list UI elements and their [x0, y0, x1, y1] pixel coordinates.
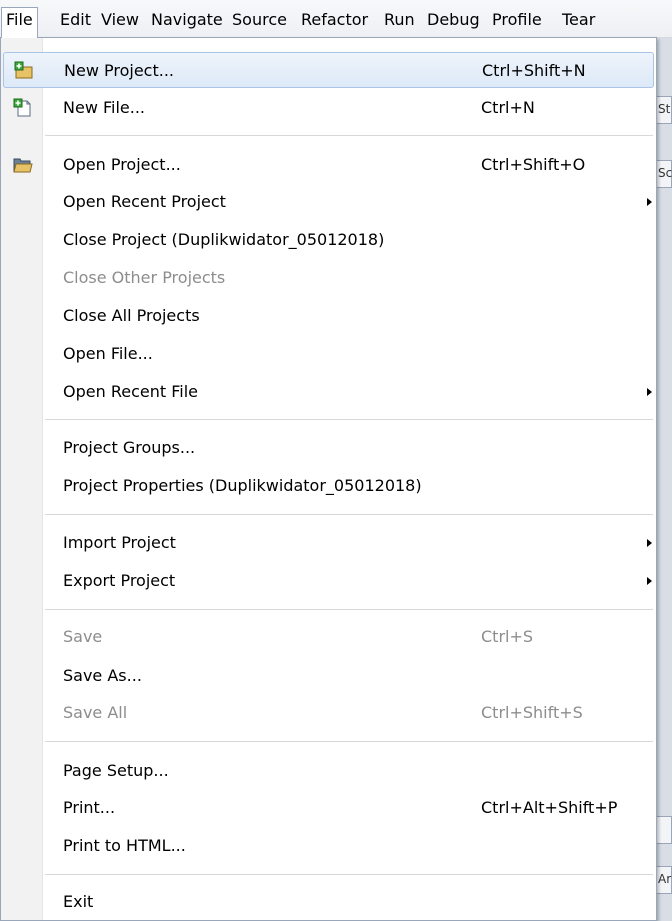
menu-file[interactable]: File: [1, 7, 38, 38]
menu-item-label: New File...: [63, 98, 146, 117]
menu-item-save-all: Save All Ctrl+Shift+S: [3, 695, 654, 731]
menu-item-project-properties[interactable]: Project Properties (Duplikwidator_050120…: [3, 468, 654, 504]
menu-separator: [45, 741, 653, 743]
menu-item-label: Close All Projects: [63, 306, 200, 325]
menu-item-label: Page Setup...: [63, 761, 169, 780]
menu-edit[interactable]: Edit: [56, 7, 95, 33]
submenu-arrow-icon: [647, 198, 652, 206]
menu-item-shortcut: Ctrl+Shift+S: [481, 703, 583, 722]
menu-bar: File Edit View Navigate Source Refactor …: [0, 0, 672, 38]
menu-refactor[interactable]: Refactor: [297, 7, 372, 33]
menu-item-label: Exit: [63, 892, 94, 911]
menu-item-new-file[interactable]: New File... Ctrl+N: [3, 90, 654, 126]
menu-item-open-file[interactable]: Open File...: [3, 336, 654, 372]
menu-item-exit[interactable]: Exit: [3, 884, 654, 920]
menu-item-label: Project Groups...: [63, 438, 196, 457]
menu-item-new-project[interactable]: New Project... Ctrl+Shift+N: [3, 52, 654, 88]
new-file-icon: [13, 98, 33, 118]
menu-item-open-recent-file[interactable]: Open Recent File: [3, 374, 654, 410]
menu-item-shortcut: Ctrl+Shift+N: [482, 61, 586, 80]
menu-item-label: Open Recent File: [63, 382, 198, 401]
menu-item-page-setup[interactable]: Page Setup...: [3, 753, 654, 789]
menu-item-shortcut: Ctrl+Alt+Shift+P: [481, 798, 618, 817]
menu-item-close-other-projects: Close Other Projects: [3, 260, 654, 296]
menu-item-print[interactable]: Print... Ctrl+Alt+Shift+P: [3, 790, 654, 826]
menu-profile[interactable]: Profile: [488, 7, 546, 33]
menu-item-shortcut: Ctrl+Shift+O: [481, 155, 586, 174]
background-text: St: [658, 102, 671, 116]
background-tab: [656, 816, 672, 844]
menu-item-label: Open Recent Project: [63, 192, 226, 211]
open-project-icon: [13, 155, 33, 175]
menu-item-label: Save: [63, 627, 103, 646]
menu-item-label: Save All: [63, 703, 128, 722]
menu-item-close-all-projects[interactable]: Close All Projects: [3, 298, 654, 334]
menu-item-shortcut: Ctrl+S: [481, 627, 534, 646]
menu-item-save: Save Ctrl+S: [3, 619, 654, 655]
menu-item-open-project[interactable]: Open Project... Ctrl+Shift+O: [3, 147, 654, 183]
menu-separator: [45, 419, 653, 421]
menu-navigate[interactable]: Navigate: [147, 7, 227, 33]
menu-item-label: Project Properties (Duplikwidator_050120…: [63, 476, 422, 495]
menu-item-label: Export Project: [63, 571, 176, 590]
menu-debug[interactable]: Debug: [423, 7, 484, 33]
menu-run[interactable]: Run: [380, 7, 419, 33]
menu-item-shortcut: Ctrl+N: [481, 98, 535, 117]
menu-item-import-project[interactable]: Import Project: [3, 525, 654, 561]
menu-separator: [45, 609, 653, 611]
menu-item-open-recent-project[interactable]: Open Recent Project: [3, 184, 654, 220]
submenu-arrow-icon: [647, 539, 652, 547]
menu-item-label: Print to HTML...: [63, 836, 186, 855]
submenu-arrow-icon: [647, 388, 652, 396]
menu-item-project-groups[interactable]: Project Groups...: [3, 430, 654, 466]
menu-view[interactable]: View: [97, 7, 143, 33]
menu-item-label: Open File...: [63, 344, 153, 363]
menu-separator: [45, 135, 653, 137]
menu-team[interactable]: Tear: [558, 7, 599, 33]
menu-item-label: Print...: [63, 798, 116, 817]
menu-item-label: Open Project...: [63, 155, 181, 174]
menu-separator: [45, 874, 653, 876]
menu-item-label: Close Other Projects: [63, 268, 226, 287]
menu-item-label: New Project...: [64, 61, 174, 80]
file-menu-dropdown: New Project... Ctrl+Shift+N New File... …: [0, 37, 657, 921]
menu-item-label: Import Project: [63, 533, 176, 552]
menu-item-export-project[interactable]: Export Project: [3, 563, 654, 599]
background-text: Sc: [658, 166, 672, 180]
menu-item-label: Save As...: [63, 666, 142, 685]
menu-item-label: Close Project (Duplikwidator_05012018): [63, 230, 385, 249]
background-text: Ar: [658, 872, 672, 886]
menu-item-print-to-html[interactable]: Print to HTML...: [3, 828, 654, 864]
menu-separator: [45, 514, 653, 516]
submenu-arrow-icon: [647, 577, 652, 585]
new-project-icon: [14, 61, 34, 81]
menu-item-save-as[interactable]: Save As...: [3, 658, 654, 694]
menu-item-close-project[interactable]: Close Project (Duplikwidator_05012018): [3, 222, 654, 258]
menu-source[interactable]: Source: [228, 7, 291, 33]
